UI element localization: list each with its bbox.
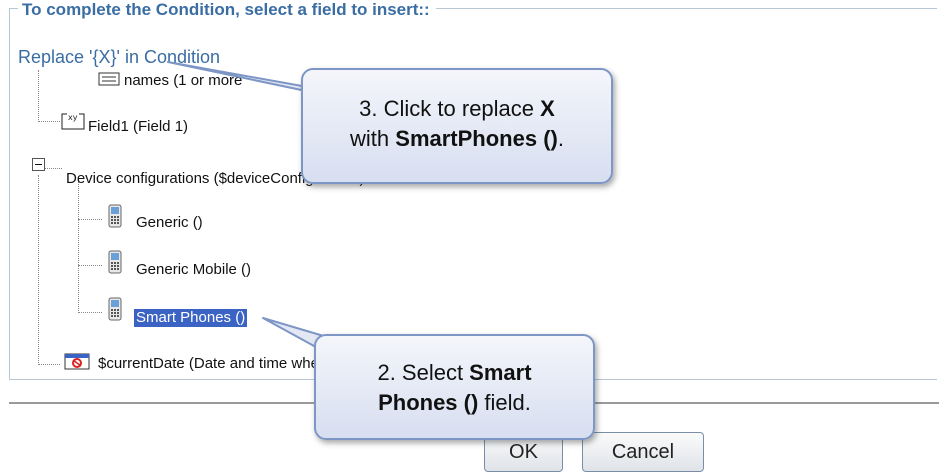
callout-line: 3. Click to replace X — [359, 96, 555, 121]
instruction-callout-select: 2. Select Smart Phones () field. — [314, 334, 595, 440]
callout-line: with SmartPhones (). — [350, 126, 564, 151]
callout-line: Phones () field. — [378, 390, 531, 415]
callout-line: 2. Select Smart — [377, 360, 532, 385]
instruction-callout-replace: 3. Click to replace X with SmartPhones (… — [301, 68, 613, 184]
